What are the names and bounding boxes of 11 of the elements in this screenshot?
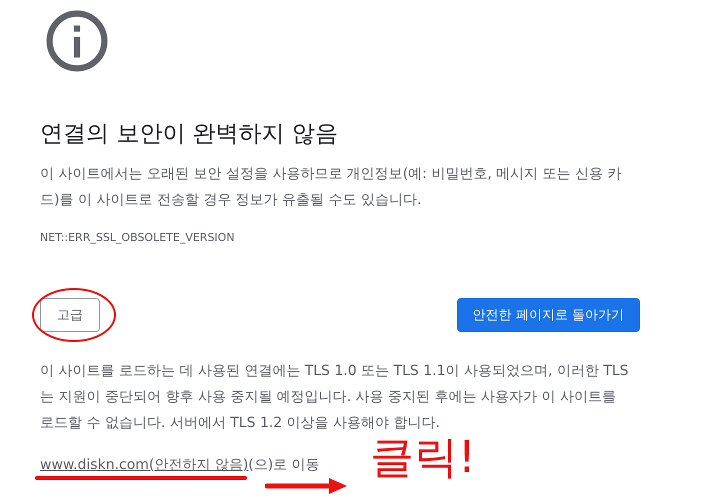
description-text: 이 사이트에서는 오래된 보안 설정을 사용하므로 개인정보(예: 비밀번호, 메시지 또는 신용 카드)를 이 사이트로 전송할 경우 정보가 유출될 수도 있습니다.: [40, 165, 623, 210]
advanced-button[interactable]: 고급: [40, 298, 100, 332]
arrow-icon: [265, 476, 349, 496]
page-title: 연결의 보안이 완벽하지 않음: [40, 120, 339, 149]
proceed-link[interactable]: www.diskn.com(안전하지 않음): [40, 457, 248, 473]
annotation-text: 클릭!: [370, 434, 476, 482]
back-to-safety-button[interactable]: 안전한 페이지로 돌아가기: [456, 298, 640, 332]
error-code: NET::ERR_SSL_OBSOLETE_VERSION: [40, 231, 236, 244]
proceed-text: www.diskn.com(안전하지 않음)(으)로 이동: [40, 456, 320, 475]
details-text: 이 사이트를 로드하는 데 사용된 연결에는 TLS 1.0 또는 TLS 1.1이 사용되었으며, 이러한 TLS는 지원이 중단되어 향후 사용 중지될 예정입니다. 사용 중지된 후에는 사용자가 이 사이트를 로드할 수 없습니다. 서버에서 TLS 1.2 이상을 사용해야 합니다.: [40, 362, 630, 433]
info-icon: [46, 10, 108, 72]
